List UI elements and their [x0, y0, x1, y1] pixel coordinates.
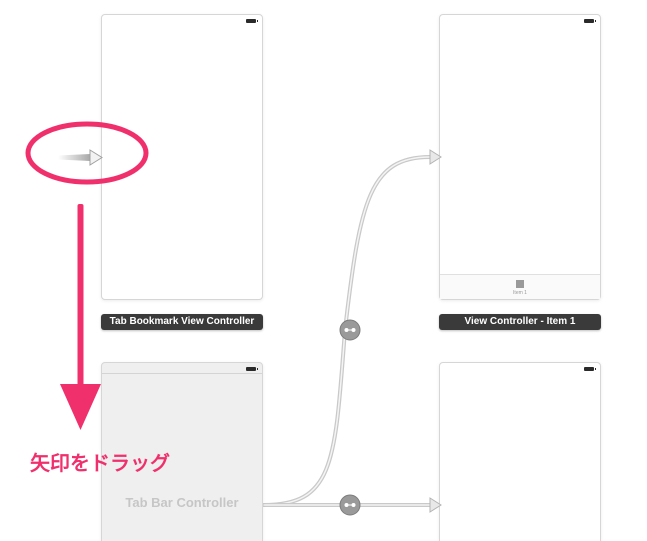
segue-arrowhead-icon — [429, 149, 442, 165]
storyboard-canvas[interactable]: Tab Bookmark View Controller Item 1 View… — [0, 0, 647, 541]
segue-relationship-icon[interactable] — [339, 319, 361, 341]
highlight-ellipse — [25, 121, 149, 185]
segue-arrowhead-icon — [429, 497, 442, 513]
annotation-text: 矢印をドラッグ — [30, 453, 170, 475]
down-arrow-icon — [60, 204, 101, 430]
entry-point-arrow-icon[interactable] — [58, 149, 103, 166]
segue-relationship-icon[interactable] — [339, 494, 361, 516]
